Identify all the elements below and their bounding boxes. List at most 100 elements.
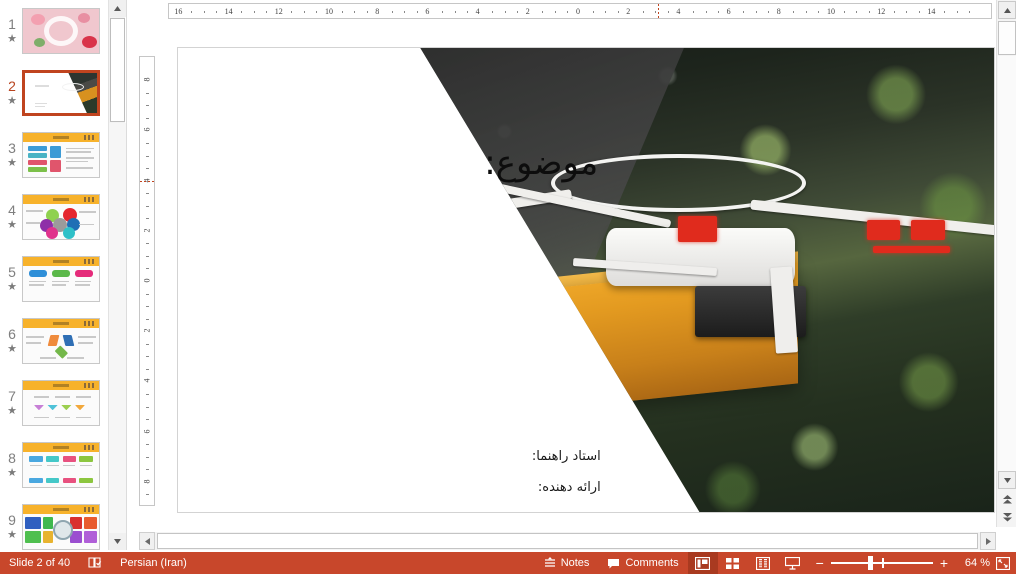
- thumbnail-preview[interactable]: [22, 504, 100, 550]
- thumbnail-preview[interactable]: [22, 194, 100, 240]
- ruler-minor-tick: [969, 11, 970, 13]
- current-slide[interactable]: موضوع: استاد راهنما: ارائه دهنده:: [177, 47, 995, 513]
- ruler-minor-tick: [241, 11, 242, 13]
- ruler-minor-tick: [618, 11, 619, 13]
- mini-card-foot: [63, 478, 77, 484]
- animation-star-icon[interactable]: ★: [2, 280, 22, 294]
- slide-thumbnail-panel[interactable]: 1★ 2★ 3★ 4★: [0, 0, 108, 550]
- next-slide-icon[interactable]: [998, 508, 1016, 526]
- slide-title-text[interactable]: موضوع:: [484, 143, 598, 183]
- ruler-minor-tick: [316, 11, 317, 13]
- thumbnail-panel-scrollbar[interactable]: [108, 0, 125, 550]
- ruler-minor-tick: [146, 156, 149, 157]
- zoom-slider-handle[interactable]: [868, 556, 873, 570]
- thumbnail-preview[interactable]: [22, 70, 100, 116]
- view-reading-button[interactable]: [748, 552, 778, 574]
- drone-led-green-left: [473, 236, 523, 246]
- view-slide-sorter-button[interactable]: [718, 552, 748, 574]
- zoom-out-button[interactable]: −: [816, 556, 824, 570]
- scroll-right-icon[interactable]: [980, 532, 996, 550]
- vertical-ruler[interactable]: 864202468: [139, 56, 155, 506]
- status-bar: Slide 2 of 40 Persian (Iran) Notes Comme…: [0, 552, 1016, 574]
- mini-card-foot: [29, 478, 43, 484]
- thumbnail-scroll-up-icon[interactable]: [109, 0, 126, 17]
- thumbnail-preview[interactable]: [22, 132, 100, 178]
- comments-button[interactable]: Comments: [598, 552, 687, 574]
- slide-horizontal-scrollbar[interactable]: [139, 532, 996, 550]
- mini-card-head: [79, 456, 93, 462]
- photo-gray-ground: [178, 280, 553, 512]
- view-normal-button[interactable]: [688, 552, 718, 574]
- mini-slide-art: [23, 452, 99, 487]
- thumbnail-preview[interactable]: [22, 8, 100, 54]
- animation-star-icon[interactable]: ★: [2, 32, 22, 46]
- thumbnail-scrollbar-thumb[interactable]: [110, 18, 125, 122]
- mini-card-head: [63, 456, 77, 462]
- thumbnail-preview[interactable]: [22, 256, 100, 302]
- ruler-minor-tick: [367, 11, 368, 13]
- mini-bubble: [29, 270, 47, 277]
- fit-slide-to-window-button[interactable]: [990, 552, 1016, 574]
- slide-vertical-scrollbar[interactable]: [996, 0, 1016, 527]
- thumbnail-item-1[interactable]: 1★: [0, 0, 108, 62]
- zoom-in-button[interactable]: +: [940, 556, 948, 570]
- spelling-check-button[interactable]: [79, 552, 111, 574]
- ruler-tab-marker[interactable]: [658, 4, 659, 19]
- animation-star-icon[interactable]: ★: [2, 404, 22, 418]
- view-slideshow-button[interactable]: [778, 552, 808, 574]
- ruler-tick-label: 14: [927, 7, 935, 16]
- thumbnail-item-9[interactable]: 9★: [0, 496, 108, 550]
- mini-text-line: [34, 417, 49, 419]
- animation-star-icon[interactable]: ★: [2, 94, 22, 108]
- thumbnail-preview[interactable]: [22, 442, 100, 488]
- thumbnail-item-4[interactable]: 4★: [0, 186, 108, 248]
- horizontal-scrollbar-thumb[interactable]: [157, 533, 978, 549]
- thumbnail-scrollbar-track[interactable]: [109, 123, 126, 533]
- thumbnail-preview[interactable]: [22, 318, 100, 364]
- thumbnail-preview[interactable]: [22, 380, 100, 426]
- notes-button[interactable]: Notes: [535, 552, 599, 574]
- zoom-slider[interactable]: [831, 552, 933, 574]
- scroll-down-icon[interactable]: [998, 471, 1016, 489]
- mini-card-head: [29, 456, 43, 462]
- zoom-control[interactable]: − +: [808, 552, 956, 574]
- vertical-scrollbar-thumb[interactable]: [998, 21, 1016, 55]
- vertical-scrollbar-track[interactable]: [998, 56, 1016, 471]
- mini-text-line: [26, 210, 43, 212]
- ruler-minor-tick: [567, 11, 568, 13]
- mini-slide-art: [23, 390, 99, 425]
- ruler-tick-label: 2: [143, 324, 152, 338]
- drone-photo[interactable]: [178, 48, 994, 512]
- slide-supervisor-text[interactable]: استاد راهنما:: [532, 449, 601, 464]
- thumbnail-item-8[interactable]: 8★: [0, 434, 108, 496]
- mini-text-line: [35, 103, 47, 104]
- ruler-minor-tick: [204, 11, 205, 13]
- scroll-left-icon[interactable]: [139, 532, 155, 550]
- mini-wheel-hub: [53, 520, 73, 540]
- slide-counter[interactable]: Slide 2 of 40: [0, 552, 79, 574]
- scroll-up-icon[interactable]: [998, 1, 1016, 19]
- thumbnail-item-7[interactable]: 7★: [0, 372, 108, 434]
- thumbnail-item-2[interactable]: 2★: [0, 62, 108, 124]
- animation-star-icon[interactable]: ★: [2, 156, 22, 170]
- animation-star-icon[interactable]: ★: [2, 342, 22, 356]
- vertical-ruler-marker[interactable]: [140, 181, 155, 182]
- animation-star-icon[interactable]: ★: [2, 466, 22, 480]
- previous-slide-icon[interactable]: [998, 490, 1016, 508]
- thumbnail-item-3[interactable]: 3★: [0, 124, 108, 186]
- language-indicator[interactable]: Persian (Iran): [111, 552, 196, 574]
- animation-star-icon[interactable]: ★: [2, 528, 22, 542]
- horizontal-ruler[interactable]: 16141210864202468101214: [168, 3, 992, 19]
- mini-chevron: [47, 405, 58, 411]
- slide-presenter-text[interactable]: ارائه دهنده:: [538, 480, 601, 495]
- thumbnail-scroll-down-icon[interactable]: [109, 533, 126, 550]
- animation-star-icon[interactable]: ★: [2, 218, 22, 232]
- ruler-minor-tick: [146, 118, 149, 119]
- zoom-percentage[interactable]: 64 %: [956, 557, 990, 569]
- thumbnail-item-5[interactable]: 5★: [0, 248, 108, 310]
- ruler-minor-tick: [906, 11, 907, 13]
- slide-canvas-area[interactable]: موضوع: استاد راهنما: ارائه دهنده:: [160, 22, 996, 527]
- ruler-minor-tick: [146, 268, 149, 269]
- thumbnail-item-6[interactable]: 6★: [0, 310, 108, 372]
- mini-text-line: [26, 336, 44, 338]
